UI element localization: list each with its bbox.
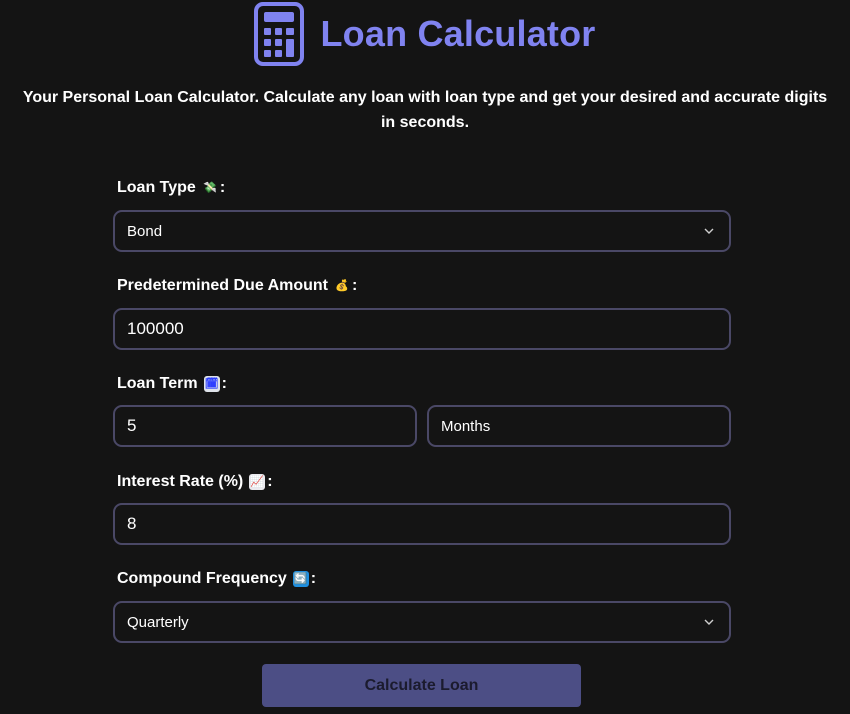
chevron-down-icon bbox=[704, 228, 714, 234]
loan-term-label-colon: : bbox=[221, 375, 227, 392]
calculator-icon bbox=[254, 2, 305, 66]
page-subtitle: Your Personal Loan Calculator. Calculate… bbox=[22, 89, 828, 131]
interest-rate-label-text: Interest Rate (%) bbox=[117, 473, 244, 490]
compound-frequency-label-text: Compound Frequency bbox=[117, 570, 287, 587]
due-amount-input[interactable]: 100000 bbox=[113, 308, 731, 350]
interest-rate-value: 8 bbox=[127, 514, 137, 533]
loan-type-label-colon: : bbox=[219, 179, 226, 196]
loan-term-label-text: Loan Term bbox=[117, 375, 198, 392]
due-amount-value: 100000 bbox=[127, 319, 184, 338]
calculate-loan-button[interactable]: Calculate Loan bbox=[262, 664, 581, 707]
loan-type-label: Loan Type 💸 : bbox=[117, 179, 225, 197]
chevron-down-icon bbox=[704, 619, 714, 625]
header-inner: Loan Calculator bbox=[254, 2, 595, 66]
interest-rate-input[interactable]: 8 bbox=[113, 503, 731, 545]
compound-frequency-value: Quarterly bbox=[127, 613, 189, 631]
chart-increasing-icon: 📈 bbox=[249, 474, 266, 490]
money-bag-icon: 💰 bbox=[335, 280, 349, 292]
compound-frequency-label: Compound Frequency 🔄 : bbox=[117, 570, 316, 588]
due-amount-label: Predetermined Due Amount 💰 : bbox=[117, 277, 357, 295]
interest-rate-label: Interest Rate (%) 📈 : bbox=[117, 473, 273, 491]
loan-term-value: 5 bbox=[127, 416, 137, 435]
loan-term-unit-select[interactable]: Months bbox=[427, 405, 731, 447]
loan-calculator-app: Loan Calculator Your Personal Loan Calcu… bbox=[0, 0, 850, 714]
loan-term-input[interactable]: 5 bbox=[113, 405, 417, 447]
refresh-arrows-icon: 🔄 bbox=[292, 571, 309, 587]
money-with-wings-icon: 💸 bbox=[202, 182, 217, 194]
loan-type-value: Bond bbox=[127, 222, 163, 240]
compound-frequency-select[interactable]: Quarterly bbox=[113, 601, 731, 643]
loan-term-label: Loan Term 🗓 : bbox=[117, 375, 227, 393]
loan-type-label-text: Loan Type bbox=[117, 179, 196, 196]
loan-type-select[interactable]: Bond bbox=[113, 210, 731, 252]
interest-rate-label-colon: : bbox=[267, 473, 273, 490]
header: Loan Calculator bbox=[0, 0, 850, 70]
page-title: Loan Calculator bbox=[320, 13, 596, 54]
due-amount-label-colon: : bbox=[352, 277, 358, 294]
loan-term-unit-value: Months bbox=[441, 417, 491, 435]
compound-frequency-label-colon: : bbox=[310, 570, 317, 587]
due-amount-label-text: Predetermined Due Amount bbox=[117, 277, 328, 294]
calendar-icon: 🗓 bbox=[203, 376, 220, 392]
